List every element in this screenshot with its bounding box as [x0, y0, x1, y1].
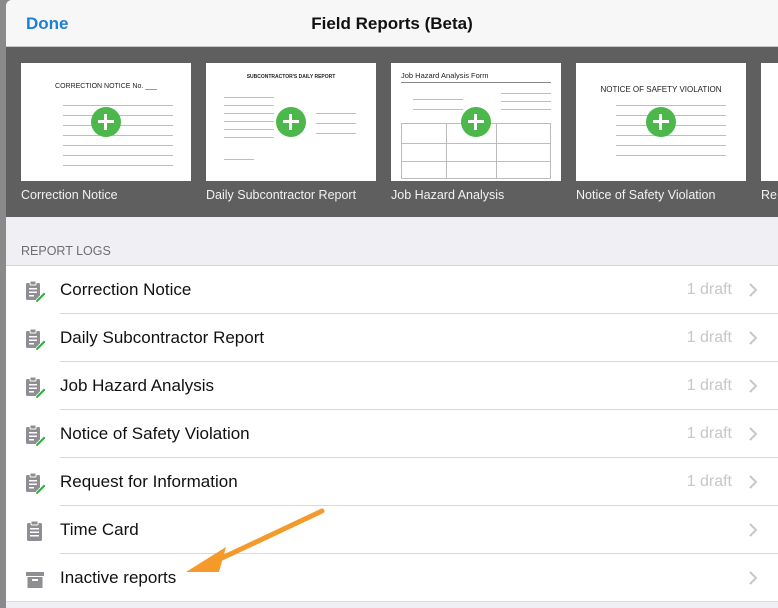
template-correction-notice[interactable]: CORRECTION NOTICE No. ___ Correction Not…	[21, 63, 191, 202]
template-carousel[interactable]: CORRECTION NOTICE No. ___ Correction Not…	[6, 47, 778, 217]
row-label: Correction Notice	[60, 280, 192, 299]
row-label: Notice of Safety Violation	[60, 424, 250, 443]
clipboard-edit-icon	[24, 376, 47, 400]
doc-heading: CORRECTION NOTICE No. ___	[55, 83, 157, 90]
report-log-row-time-card[interactable]: Time Card	[6, 506, 778, 554]
draft-count: 1 draft	[686, 329, 732, 346]
chevron-right-icon	[749, 571, 758, 585]
add-template-icon[interactable]	[91, 107, 121, 137]
report-logs-header: REPORT LOGS	[6, 217, 778, 266]
template-thumbnail: SUBCONTRACTOR'S DAILY REPORT	[206, 63, 376, 181]
chevron-right-icon	[749, 427, 758, 441]
doc-heading: Job Hazard Analysis Form	[401, 71, 489, 80]
row-label: Daily Subcontractor Report	[60, 328, 265, 347]
report-log-row-inactive-reports[interactable]: Inactive reports	[6, 554, 778, 602]
clipboard-edit-icon	[24, 424, 47, 448]
report-log-row-daily-subcontractor-report[interactable]: Daily Subcontractor Report 1 draft	[6, 314, 778, 362]
report-log-row-notice-of-safety-violation[interactable]: Notice of Safety Violation 1 draft	[6, 410, 778, 458]
template-notice-of-safety-violation[interactable]: NOTICE OF SAFETY VIOLATION Notice of Saf…	[576, 63, 746, 202]
row-label: Job Hazard Analysis	[60, 376, 215, 395]
template-label: Job Hazard Analysis	[391, 188, 505, 202]
report-logs-list: Correction Notice 1 draft Daily Subcontr…	[6, 266, 778, 602]
template-thumbnail: NOTICE OF SAFETY VIOLATION	[576, 63, 746, 181]
template-label: Correction Notice	[21, 188, 118, 202]
chevron-right-icon	[749, 283, 758, 297]
row-label: Time Card	[60, 520, 139, 539]
clipboard-edit-icon	[24, 328, 47, 352]
template-job-hazard-analysis[interactable]: Job Hazard Analysis Form Job Hazard Anal…	[391, 63, 561, 202]
clipboard-icon	[24, 520, 46, 542]
add-template-icon[interactable]	[646, 107, 676, 137]
template-label: Daily Subcontractor Report	[206, 188, 357, 202]
template-partial[interactable]: Re	[761, 63, 778, 202]
chevron-right-icon	[749, 475, 758, 489]
bottom-spacer	[6, 602, 778, 608]
draft-count: 1 draft	[686, 377, 732, 394]
add-template-icon[interactable]	[276, 107, 306, 137]
template-thumbnail: CORRECTION NOTICE No. ___	[21, 63, 191, 181]
doc-heading: SUBCONTRACTOR'S DAILY REPORT	[246, 74, 336, 80]
navigation-bar: Done Field Reports (Beta)	[6, 0, 778, 47]
chevron-right-icon	[749, 379, 758, 393]
draft-count: 1 draft	[686, 425, 732, 442]
report-log-row-job-hazard-analysis[interactable]: Job Hazard Analysis 1 draft	[6, 362, 778, 410]
template-daily-subcontractor-report[interactable]: SUBCONTRACTOR'S DAILY REPORT Daily Subco…	[206, 63, 376, 202]
template-thumbnail	[761, 63, 778, 181]
report-log-row-request-for-information[interactable]: Request for Information 1 draft	[6, 458, 778, 506]
archive-box-icon	[24, 568, 46, 590]
template-thumbnail: Job Hazard Analysis Form	[391, 63, 561, 181]
draft-count: 1 draft	[686, 281, 732, 298]
add-template-icon[interactable]	[461, 107, 491, 137]
draft-count: 1 draft	[686, 473, 732, 490]
clipboard-edit-icon	[24, 280, 47, 304]
report-log-row-correction-notice[interactable]: Correction Notice 1 draft	[6, 266, 778, 314]
doc-heading: NOTICE OF SAFETY VIOLATION	[600, 85, 722, 94]
row-label: Inactive reports	[60, 568, 177, 587]
template-label: Re	[761, 188, 777, 202]
page-title: Field Reports (Beta)	[311, 14, 473, 33]
chevron-right-icon	[749, 523, 758, 537]
clipboard-edit-icon	[24, 472, 47, 496]
chevron-right-icon	[749, 331, 758, 345]
field-reports-modal: Done Field Reports (Beta) CORRECTION NOT…	[6, 0, 778, 608]
row-label: Request for Information	[60, 472, 238, 491]
template-label: Notice of Safety Violation	[576, 188, 716, 202]
